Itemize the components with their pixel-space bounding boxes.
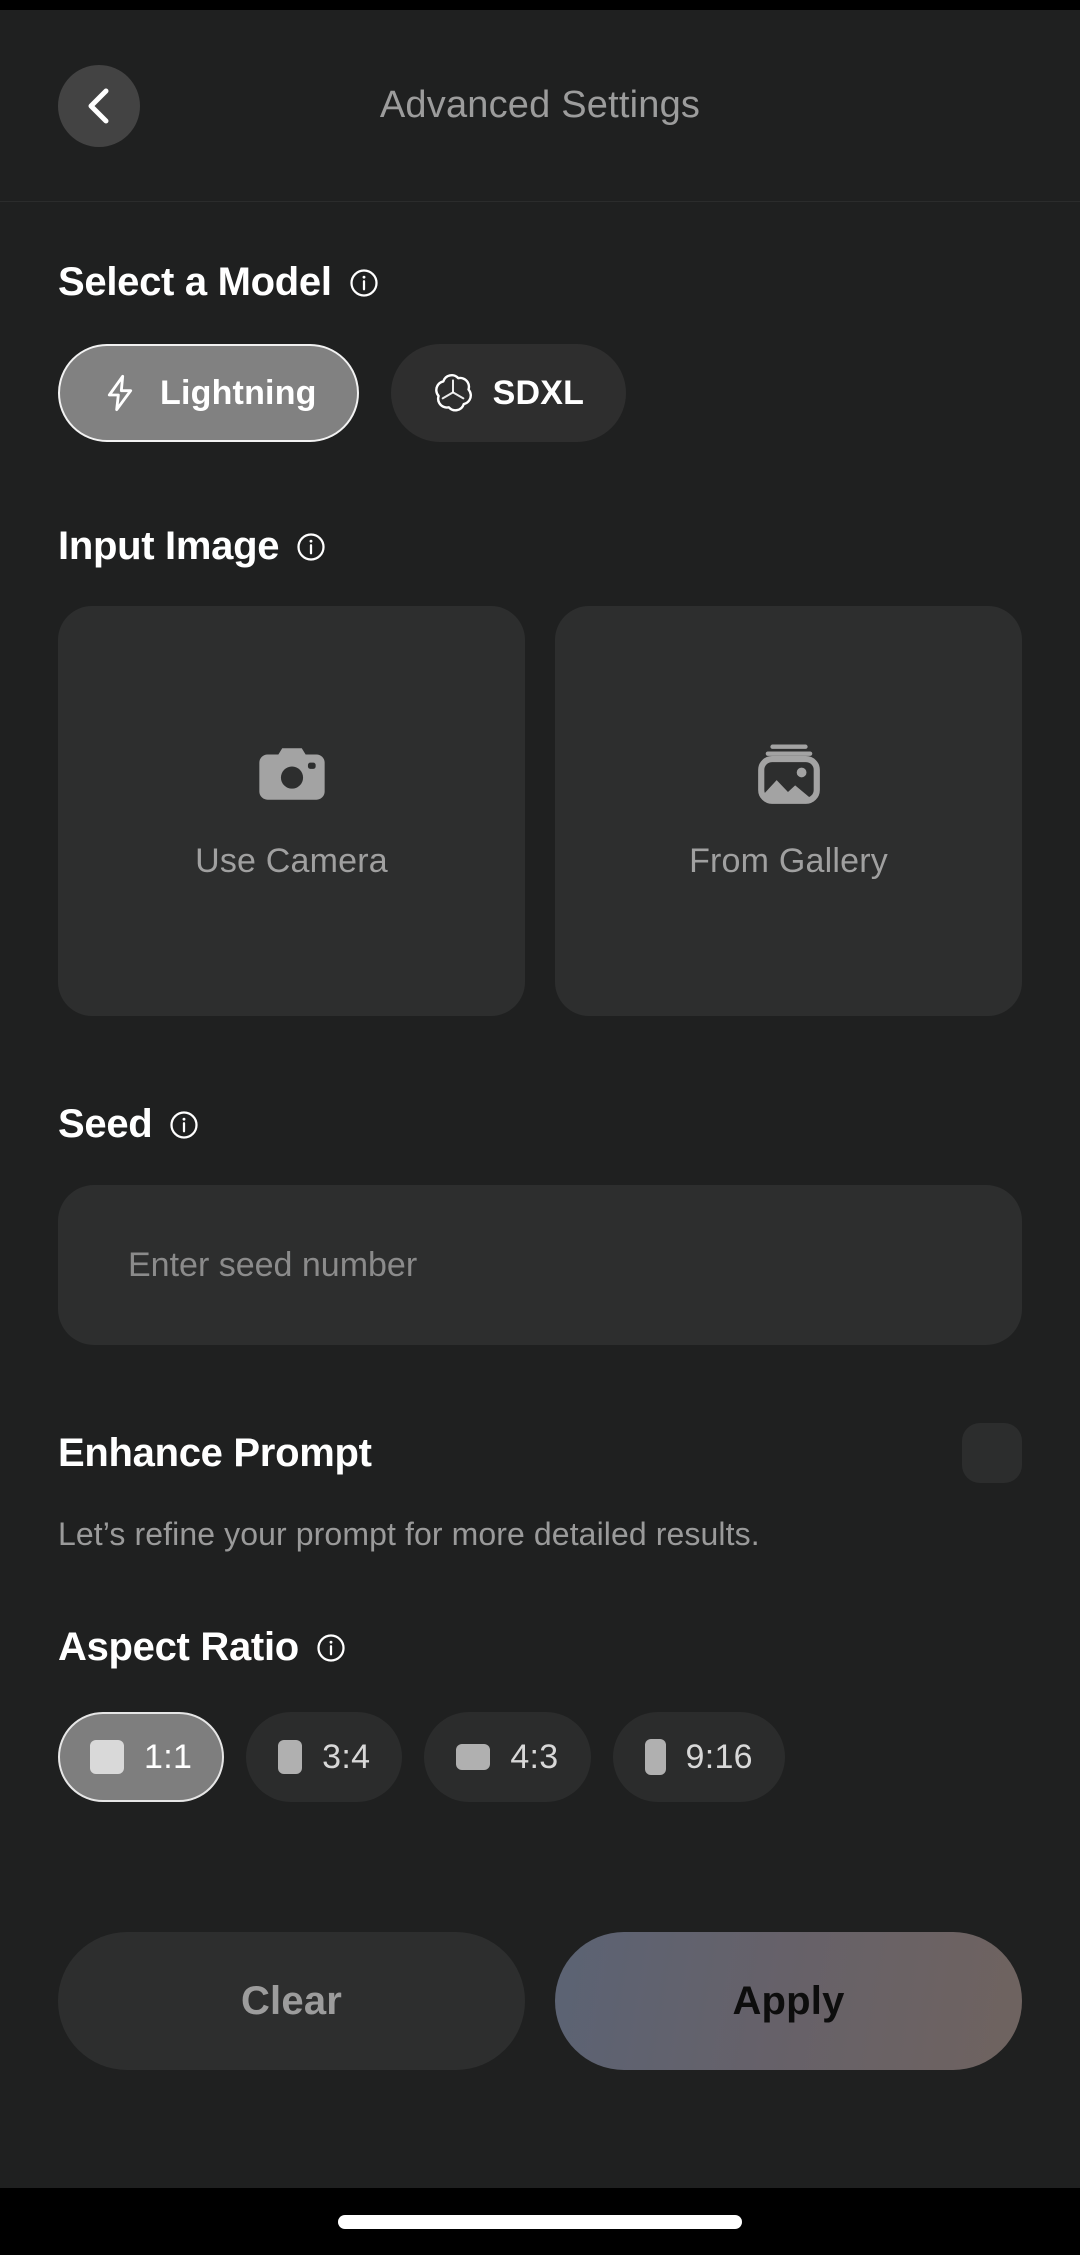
aspect-ratio-option-4-3[interactable]: 4:3	[424, 1712, 591, 1802]
input-image-title: Input Image	[58, 524, 280, 568]
from-gallery-label: From Gallery	[689, 841, 888, 880]
camera-icon	[256, 742, 328, 806]
app-screen: Advanced Settings Select a Model Lightni…	[0, 0, 1080, 2255]
lightning-bolt-icon	[100, 373, 140, 413]
info-icon[interactable]	[169, 1110, 199, 1140]
from-gallery-card[interactable]: From Gallery	[555, 606, 1022, 1016]
page-title: Advanced Settings	[379, 84, 701, 126]
aspect-ratio-option-9-16[interactable]: 9:16	[612, 1712, 785, 1802]
model-option-label: SDXL	[492, 373, 585, 412]
model-option-sdxl[interactable]: SDXL	[390, 344, 627, 442]
model-options: Lightning SDXL	[58, 344, 1022, 442]
portrait-shape-icon	[278, 1740, 303, 1774]
enhance-prompt-title: Enhance Prompt	[58, 1430, 372, 1475]
settings-content: Select a Model Lightning SDXL Input Imag…	[0, 202, 1080, 2188]
home-indicator-area	[0, 2188, 1080, 2255]
input-image-heading: Input Image	[58, 524, 1022, 569]
aspect-ratio-heading: Aspect Ratio	[58, 1625, 1022, 1670]
info-icon[interactable]	[296, 532, 326, 562]
tall-portrait-shape-icon	[644, 1739, 666, 1775]
seed-heading: Seed	[58, 1102, 1022, 1147]
app-header: Advanced Settings	[0, 10, 1080, 202]
seed-title: Seed	[58, 1102, 153, 1146]
home-indicator[interactable]	[338, 2214, 742, 2229]
model-option-lightning[interactable]: Lightning	[58, 344, 359, 442]
info-icon[interactable]	[349, 268, 379, 298]
aspect-ratio-label: 1:1	[144, 1737, 193, 1776]
enhance-prompt-description: Let’s refine your prompt for more detail…	[58, 1516, 760, 1552]
aspect-ratio-option-3-4[interactable]: 3:4	[246, 1712, 403, 1802]
apply-button[interactable]: Apply	[555, 1932, 1022, 2070]
openai-flower-icon	[433, 373, 473, 413]
footer-actions: Clear Apply	[58, 1932, 1022, 2070]
use-camera-label: Use Camera	[195, 841, 388, 880]
aspect-ratio-option-1-1[interactable]: 1:1	[58, 1712, 225, 1802]
select-model-heading: Select a Model	[58, 260, 1022, 305]
model-option-label: Lightning	[160, 373, 317, 412]
aspect-ratio-label: 9:16	[685, 1737, 753, 1776]
input-image-options: Use Camera From Gallery	[58, 606, 1022, 1016]
square-shape-icon	[90, 1740, 124, 1774]
aspect-ratio-title: Aspect Ratio	[58, 1625, 299, 1669]
landscape-shape-icon	[456, 1744, 491, 1770]
gallery-image-icon	[753, 742, 825, 806]
aspect-ratio-label: 4:3	[510, 1737, 559, 1776]
chevron-left-icon	[82, 86, 116, 126]
enhance-prompt-toggle[interactable]	[962, 1423, 1022, 1483]
status-bar	[0, 0, 1080, 10]
enhance-prompt-row: Enhance Prompt	[58, 1423, 1022, 1483]
info-icon[interactable]	[316, 1633, 346, 1663]
seed-input-placeholder: Enter seed number	[128, 1245, 418, 1284]
seed-input[interactable]: Enter seed number	[58, 1185, 1022, 1345]
select-model-title: Select a Model	[58, 260, 332, 304]
back-button[interactable]	[58, 64, 140, 147]
use-camera-card[interactable]: Use Camera	[58, 606, 525, 1016]
aspect-ratio-label: 3:4	[322, 1737, 371, 1776]
aspect-ratio-options: 1:1 3:4 4:3 9:16	[58, 1712, 1022, 1802]
clear-button[interactable]: Clear	[58, 1932, 525, 2070]
